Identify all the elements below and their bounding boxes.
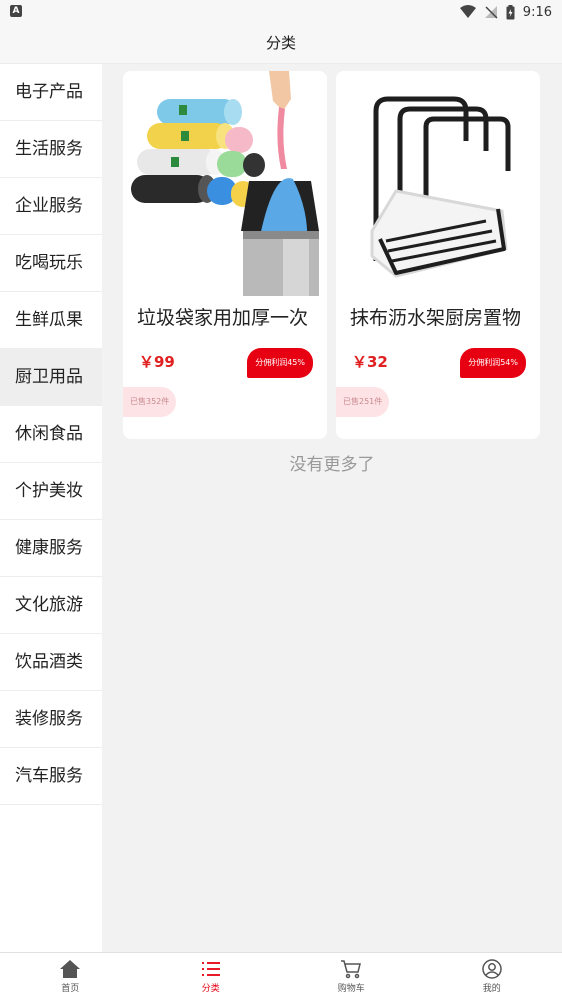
page-title: 分类 <box>0 24 562 64</box>
product-list: 垃圾袋家用加厚一次 ￥99 分佣利润45% 已售352件 抹布沥水架厨房置物 ￥… <box>102 64 562 952</box>
product-title: 抹布沥水架厨房置物 <box>350 307 522 329</box>
sidebar-item-snacks[interactable]: 休闲食品 <box>0 406 102 463</box>
wifi-icon <box>459 5 476 18</box>
nav-cart-label: 购物车 <box>337 984 365 994</box>
sidebar-item-life-services[interactable]: 生活服务 <box>0 121 102 178</box>
sold-count-badge: 已售251件 <box>336 387 390 417</box>
drain-rack-image <box>336 71 540 296</box>
sidebar-item-auto[interactable]: 汽车服务 <box>0 748 102 805</box>
nav-home-label: 首页 <box>61 984 80 994</box>
nav-category[interactable]: 分类 <box>141 953 282 1000</box>
nav-profile-label: 我的 <box>482 984 501 994</box>
product-price: ￥32 <box>352 353 388 371</box>
cart-icon <box>341 960 362 979</box>
profile-icon <box>482 959 502 979</box>
sidebar-item-business-services[interactable]: 企业服务 <box>0 178 102 235</box>
category-sidebar: 电子产品 生活服务 企业服务 吃喝玩乐 生鲜瓜果 厨卫用品 休闲食品 个护美妆 … <box>0 64 102 952</box>
clock: 9:16 <box>522 4 552 20</box>
nav-category-label: 分类 <box>201 984 220 994</box>
nav-cart[interactable]: 购物车 <box>281 953 422 1000</box>
nav-home[interactable]: 首页 <box>0 953 141 1000</box>
product-card[interactable]: 抹布沥水架厨房置物 ￥32 分佣利润54% 已售251件 <box>336 71 540 439</box>
product-price: ￥99 <box>139 353 175 371</box>
list-end-text: 没有更多了 <box>289 455 375 475</box>
sidebar-item-food-fun[interactable]: 吃喝玩乐 <box>0 235 102 292</box>
sidebar-item-health[interactable]: 健康服务 <box>0 520 102 577</box>
commission-badge: 分佣利润54% <box>460 348 526 378</box>
home-icon <box>60 960 81 978</box>
sidebar-item-beauty[interactable]: 个护美妆 <box>0 463 102 520</box>
sold-count-badge: 已售352件 <box>123 387 177 417</box>
sidebar-item-kitchen-bath[interactable]: 厨卫用品 <box>0 349 102 406</box>
status-bar: A 9:16 <box>0 0 562 24</box>
sidebar-item-culture-travel[interactable]: 文化旅游 <box>0 577 102 634</box>
product-card[interactable]: 垃圾袋家用加厚一次 ￥99 分佣利润45% 已售352件 <box>123 71 327 439</box>
app-notification-icon: A <box>10 5 22 17</box>
trash-bag-image <box>123 71 327 296</box>
sidebar-item-renovation[interactable]: 装修服务 <box>0 691 102 748</box>
sidebar-item-electronics[interactable]: 电子产品 <box>0 64 102 121</box>
sidebar-item-fresh-fruit[interactable]: 生鲜瓜果 <box>0 292 102 349</box>
category-list-icon <box>201 962 220 976</box>
status-icons: 9:16 <box>459 2 552 22</box>
product-title: 垃圾袋家用加厚一次 <box>137 307 309 329</box>
sidebar-item-drinks[interactable]: 饮品酒类 <box>0 634 102 691</box>
no-signal-icon <box>484 6 498 19</box>
bottom-nav: 首页 分类 购物车 我的 <box>0 952 562 1000</box>
nav-profile[interactable]: 我的 <box>422 953 562 1000</box>
commission-badge: 分佣利润45% <box>247 348 313 378</box>
battery-icon <box>506 4 515 19</box>
